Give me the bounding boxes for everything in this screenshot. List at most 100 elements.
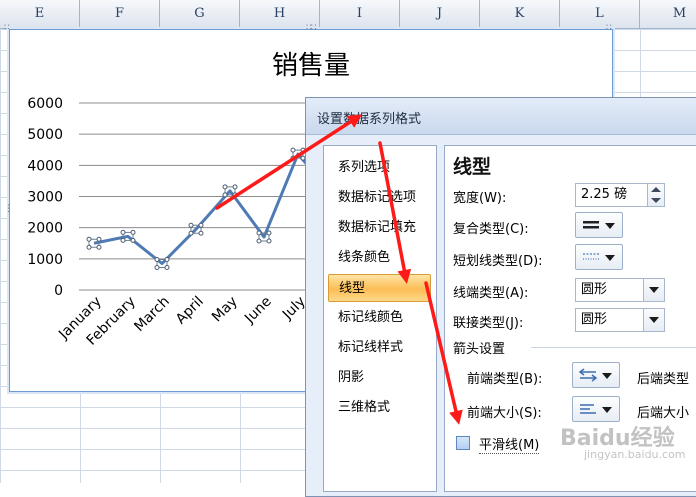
nav-item-8[interactable]: 三维格式 — [328, 394, 431, 422]
compound-lines-icon — [583, 221, 599, 229]
chevron-down-icon — [605, 255, 615, 261]
column-header-k[interactable]: K — [480, 0, 560, 28]
width-label: 宽度(W): — [453, 191, 507, 206]
dash-type-label: 短划线类型(D): — [453, 254, 543, 269]
data-point-handle[interactable] — [290, 155, 296, 161]
dialog-title: 设置数据系列格式 — [317, 112, 422, 127]
dialog-title-bar[interactable]: 设置数据系列格式 — [306, 98, 696, 135]
column-header-bar: EFGHIJKLM — [0, 0, 696, 29]
chevron-down-icon[interactable] — [643, 309, 664, 331]
chevron-down-icon — [602, 373, 612, 379]
data-point-handle[interactable] — [130, 229, 136, 235]
data-point-handle[interactable] — [96, 244, 102, 250]
section-title: 线型 — [453, 156, 492, 178]
arrow-size-icon — [580, 404, 596, 414]
smooth-line-label[interactable]: 平滑线(M) — [479, 434, 540, 454]
section-divider — [531, 347, 696, 348]
data-point-handle[interactable] — [256, 238, 262, 244]
data-point-handle[interactable] — [154, 257, 160, 263]
end-type-label: 后端类型 — [637, 372, 690, 387]
data-point-handle[interactable] — [120, 237, 126, 243]
chevron-down-icon[interactable] — [643, 279, 664, 301]
column-header-e[interactable]: E — [0, 0, 80, 28]
begin-size-label: 前端大小(S): — [467, 406, 542, 421]
begin-size-button[interactable] — [572, 396, 620, 422]
begin-type-button[interactable] — [572, 362, 620, 388]
join-type-label: 联接类型(J): — [453, 316, 524, 331]
nav-item-3[interactable]: 线条颜色 — [328, 244, 431, 272]
data-point-handle[interactable] — [232, 184, 238, 190]
spin-down-icon[interactable] — [651, 198, 661, 203]
arrow-settings-label: 箭头设置 — [453, 342, 506, 357]
y-tick-label: 6000 — [27, 96, 63, 112]
data-point-handle[interactable] — [130, 237, 136, 243]
chart-title[interactable]: 销售量 — [272, 51, 350, 81]
data-point-handle[interactable] — [222, 184, 228, 190]
data-point-handle[interactable] — [198, 222, 204, 228]
resize-handle-top-left[interactable]: ∷ — [4, 24, 10, 33]
data-point-handle[interactable] — [164, 265, 170, 271]
nav-item-4[interactable]: 线型 — [328, 274, 431, 302]
column-header-i[interactable]: I — [320, 0, 400, 28]
end-size-label: 后端大小 — [637, 406, 690, 421]
series-line[interactable] — [93, 152, 334, 266]
resize-handle-left[interactable]: ⋮ — [4, 205, 13, 214]
resize-handle-top[interactable]: ∷∷ — [306, 24, 317, 33]
data-point-handle[interactable] — [222, 192, 228, 198]
x-tick-label: June — [241, 294, 275, 328]
y-tick-label: 1000 — [27, 252, 63, 268]
data-point-handle[interactable] — [266, 238, 272, 244]
smooth-line-checkbox[interactable] — [456, 436, 470, 450]
data-point-handle[interactable] — [188, 230, 194, 236]
cap-type-label: 线端类型(A): — [453, 286, 529, 301]
column-header-g[interactable]: G — [160, 0, 240, 28]
data-point-handle[interactable] — [154, 265, 160, 271]
width-spin-buttons[interactable] — [647, 184, 664, 206]
watermark-url: jingyan.baidu.com — [584, 448, 686, 461]
compound-type-button[interactable] — [575, 212, 623, 238]
x-tick-label: March — [131, 294, 172, 335]
data-point-handle[interactable] — [86, 236, 92, 242]
data-point-handle[interactable] — [96, 236, 102, 242]
column-header-m[interactable]: M — [640, 0, 696, 28]
width-value: 2.25 磅 — [581, 187, 628, 202]
nav-item-2[interactable]: 数据标记填充 — [328, 214, 431, 242]
cap-type-value: 圆形 — [581, 282, 608, 297]
join-type-select[interactable]: 圆形 — [575, 308, 665, 332]
x-tick-label: May — [209, 294, 241, 326]
arrow-type-icon — [578, 368, 598, 382]
data-point-handle[interactable] — [256, 230, 262, 236]
y-tick-label: 4000 — [27, 158, 63, 174]
nav-item-5[interactable]: 标记线颜色 — [328, 304, 431, 332]
data-point-handle[interactable] — [198, 230, 204, 236]
join-type-value: 圆形 — [581, 312, 608, 327]
spin-up-icon[interactable] — [651, 187, 661, 192]
data-point-handle[interactable] — [120, 229, 126, 235]
nav-item-7[interactable]: 阴影 — [328, 364, 431, 392]
data-point-handle[interactable] — [86, 244, 92, 250]
cap-type-select[interactable]: 圆形 — [575, 278, 665, 302]
nav-item-6[interactable]: 标记线样式 — [328, 334, 431, 362]
width-spinner[interactable]: 2.25 磅 — [575, 183, 665, 207]
data-point-handle[interactable] — [290, 147, 296, 153]
data-point-handle[interactable] — [266, 230, 272, 236]
y-tick-label: 2000 — [27, 221, 63, 237]
column-header-j[interactable]: J — [400, 0, 480, 28]
y-tick-label: 0 — [54, 283, 63, 299]
nav-item-0[interactable]: 系列选项 — [328, 154, 431, 182]
dash-type-button[interactable] — [575, 244, 623, 270]
chevron-down-icon — [602, 407, 612, 413]
data-point-handle[interactable] — [232, 192, 238, 198]
x-tick-label: April — [173, 294, 207, 328]
nav-item-1[interactable]: 数据标记选项 — [328, 184, 431, 212]
column-header-f[interactable]: F — [80, 0, 160, 28]
begin-type-label: 前端类型(B): — [467, 372, 543, 387]
category-nav: 系列选项 数据标记选项 数据标记填充 线条颜色 线型 标记线颜色 标记线样式 阴影 三维格式 — [323, 145, 437, 492]
baidu-watermark: Baidu经验 jingyan.baidu.com — [560, 420, 686, 461]
dash-lines-icon — [583, 253, 599, 260]
column-header-l[interactable]: L — [560, 0, 640, 28]
data-point-handle[interactable] — [188, 222, 194, 228]
y-tick-label: 3000 — [27, 190, 63, 206]
resize-handle-top-right[interactable]: ∷ — [606, 24, 612, 33]
data-point-handle[interactable] — [164, 257, 170, 263]
